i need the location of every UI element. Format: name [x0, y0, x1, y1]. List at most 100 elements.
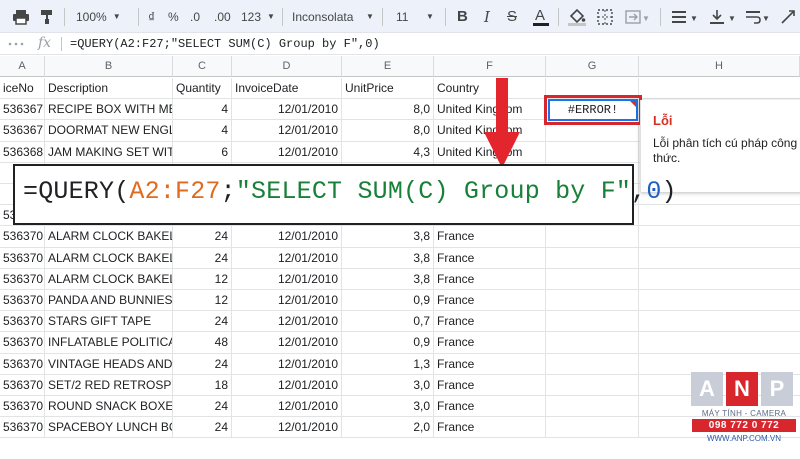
table-cell[interactable]: JAM MAKING SET WITH: [45, 141, 173, 163]
table-cell[interactable]: 12/01/2010: [232, 374, 342, 396]
table-cell[interactable]: [639, 205, 800, 227]
table-cell[interactable]: [639, 290, 800, 312]
table-cell[interactable]: ROUND SNACK BOXES S: [45, 396, 173, 418]
horizontal-align-icon[interactable]: ▼: [672, 0, 698, 33]
table-cell[interactable]: [546, 374, 639, 396]
table-cell[interactable]: France: [434, 247, 546, 269]
table-cell[interactable]: INFLATABLE POLITICAL: [45, 332, 173, 354]
table-cell[interactable]: France: [434, 226, 546, 248]
table-cell[interactable]: 12/01/2010: [232, 141, 342, 163]
table-cell[interactable]: 3,8: [342, 247, 434, 269]
percent-format-button[interactable]: %: [168, 0, 179, 33]
table-cell[interactable]: 536370: [0, 374, 45, 396]
table-cell[interactable]: ALARM CLOCK BAKELIK: [45, 226, 173, 248]
table-cell[interactable]: STARS GIFT TAPE: [45, 311, 173, 333]
table-cell[interactable]: 4,3: [342, 141, 434, 163]
table-cell[interactable]: ALARM CLOCK BAKELIK: [45, 268, 173, 290]
table-cell[interactable]: 6: [173, 141, 232, 163]
table-cell[interactable]: 3,8: [342, 226, 434, 248]
table-cell[interactable]: 48: [173, 332, 232, 354]
table-cell[interactable]: 536368: [0, 141, 45, 163]
table-cell[interactable]: France: [434, 374, 546, 396]
zoom-select[interactable]: 100% ▼: [76, 0, 121, 33]
table-cell[interactable]: 0,9: [342, 290, 434, 312]
text-rotation-icon[interactable]: [780, 0, 798, 33]
table-cell[interactable]: [546, 226, 639, 248]
table-cell[interactable]: [546, 290, 639, 312]
table-cell[interactable]: [639, 269, 800, 290]
table-cell[interactable]: [546, 332, 639, 354]
table-cell[interactable]: 0,9: [342, 332, 434, 354]
vertical-align-icon[interactable]: ▼: [710, 0, 736, 33]
print-icon[interactable]: [12, 0, 30, 33]
table-cell[interactable]: [546, 353, 639, 375]
table-cell[interactable]: iceNo: [0, 78, 45, 100]
table-cell[interactable]: 8,0: [342, 120, 434, 142]
table-cell[interactable]: 8,0: [342, 99, 434, 121]
error-cell-g2[interactable]: #ERROR!: [548, 99, 638, 121]
text-wrap-icon[interactable]: ▼: [746, 0, 770, 33]
table-cell[interactable]: 2,0: [342, 417, 434, 439]
table-cell[interactable]: [546, 311, 639, 333]
table-cell[interactable]: 12/01/2010: [232, 311, 342, 333]
table-cell[interactable]: 536370: [0, 417, 45, 439]
italic-button[interactable]: I: [484, 0, 490, 33]
table-cell[interactable]: 536370: [0, 247, 45, 269]
table-cell[interactable]: 24: [173, 226, 232, 248]
table-cell[interactable]: 536370: [0, 396, 45, 418]
table-cell[interactable]: 24: [173, 353, 232, 375]
table-cell[interactable]: 24: [173, 396, 232, 418]
table-cell[interactable]: PANDA AND BUNNIES S: [45, 290, 173, 312]
table-cell[interactable]: 12/01/2010: [232, 99, 342, 121]
table-cell[interactable]: 12/01/2010: [232, 396, 342, 418]
table-cell[interactable]: France: [434, 332, 546, 354]
bold-button[interactable]: B: [457, 0, 468, 33]
table-cell[interactable]: 536367: [0, 99, 45, 121]
table-cell[interactable]: 12/01/2010: [232, 120, 342, 142]
text-color-button[interactable]: A: [533, 0, 549, 33]
table-cell[interactable]: Description: [45, 78, 173, 100]
table-cell[interactable]: 536370: [0, 353, 45, 375]
currency-format-button[interactable]: ₫: [148, 0, 155, 33]
table-cell[interactable]: [546, 141, 639, 163]
table-cell[interactable]: 24: [173, 417, 232, 439]
table-cell[interactable]: France: [434, 268, 546, 290]
table-cell[interactable]: 12/01/2010: [232, 290, 342, 312]
table-cell[interactable]: 536370: [0, 332, 45, 354]
column-header-c[interactable]: C: [173, 56, 232, 77]
table-cell[interactable]: [639, 226, 800, 248]
column-header-f[interactable]: F: [434, 56, 546, 77]
decrease-decimal-button[interactable]: .0: [190, 0, 200, 33]
table-cell[interactable]: France: [434, 290, 546, 312]
table-cell[interactable]: 24: [173, 311, 232, 333]
table-cell[interactable]: 12/01/2010: [232, 268, 342, 290]
font-size-select[interactable]: 11 ▼: [396, 0, 434, 33]
table-cell[interactable]: 12/01/2010: [232, 226, 342, 248]
column-header-a[interactable]: A: [0, 56, 45, 77]
table-cell[interactable]: France: [434, 311, 546, 333]
table-cell[interactable]: 24: [173, 247, 232, 269]
table-cell[interactable]: Quantity: [173, 78, 232, 100]
font-family-select[interactable]: Inconsolata ▼: [292, 0, 374, 33]
fill-color-icon[interactable]: [568, 0, 586, 33]
number-format-select[interactable]: 123 ▼: [241, 0, 275, 33]
table-cell[interactable]: 0,7: [342, 311, 434, 333]
column-header-g[interactable]: G: [546, 56, 639, 77]
table-cell[interactable]: DOORMAT NEW ENGLA: [45, 120, 173, 142]
column-header-h[interactable]: H: [639, 56, 800, 77]
table-cell[interactable]: [546, 247, 639, 269]
table-cell[interactable]: RECIPE BOX WITH MET: [45, 99, 173, 121]
table-cell[interactable]: 3,0: [342, 396, 434, 418]
table-cell[interactable]: 1,3: [342, 353, 434, 375]
table-cell[interactable]: [639, 248, 800, 269]
table-cell[interactable]: VINTAGE HEADS AND T: [45, 353, 173, 375]
table-cell[interactable]: 4: [173, 99, 232, 121]
borders-icon[interactable]: [597, 0, 613, 33]
table-cell[interactable]: 536370: [0, 290, 45, 312]
table-cell[interactable]: France: [434, 417, 546, 439]
table-cell[interactable]: 536367: [0, 120, 45, 142]
table-cell[interactable]: [546, 396, 639, 418]
column-header-d[interactable]: D: [232, 56, 342, 77]
formula-input[interactable]: =QUERY(A2:F27;"SELECT SUM(C) Group by F"…: [70, 37, 380, 51]
table-cell[interactable]: 12: [173, 268, 232, 290]
